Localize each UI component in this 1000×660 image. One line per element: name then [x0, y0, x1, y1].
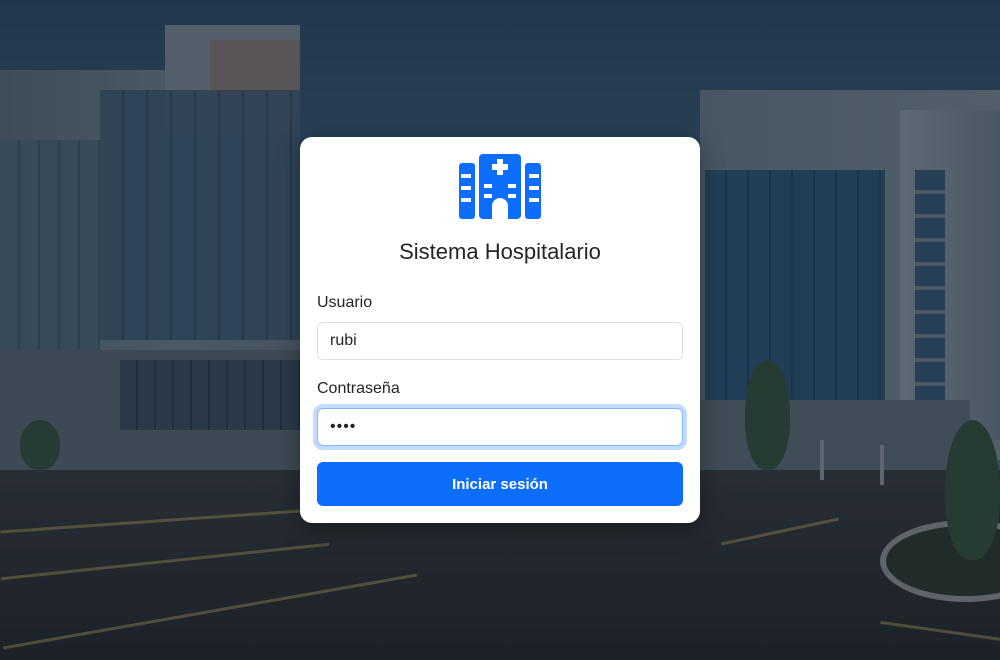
username-input[interactable] — [317, 322, 683, 360]
app-title: Sistema Hospitalario — [399, 239, 601, 264]
login-button[interactable]: Iniciar sesión — [317, 462, 683, 506]
password-input[interactable] — [317, 408, 683, 446]
password-label: Contraseña — [317, 380, 400, 397]
hospital-icon — [459, 154, 541, 219]
login-card: Sistema Hospitalario Usuario Contraseña … — [300, 137, 700, 523]
username-label: Usuario — [317, 294, 373, 311]
